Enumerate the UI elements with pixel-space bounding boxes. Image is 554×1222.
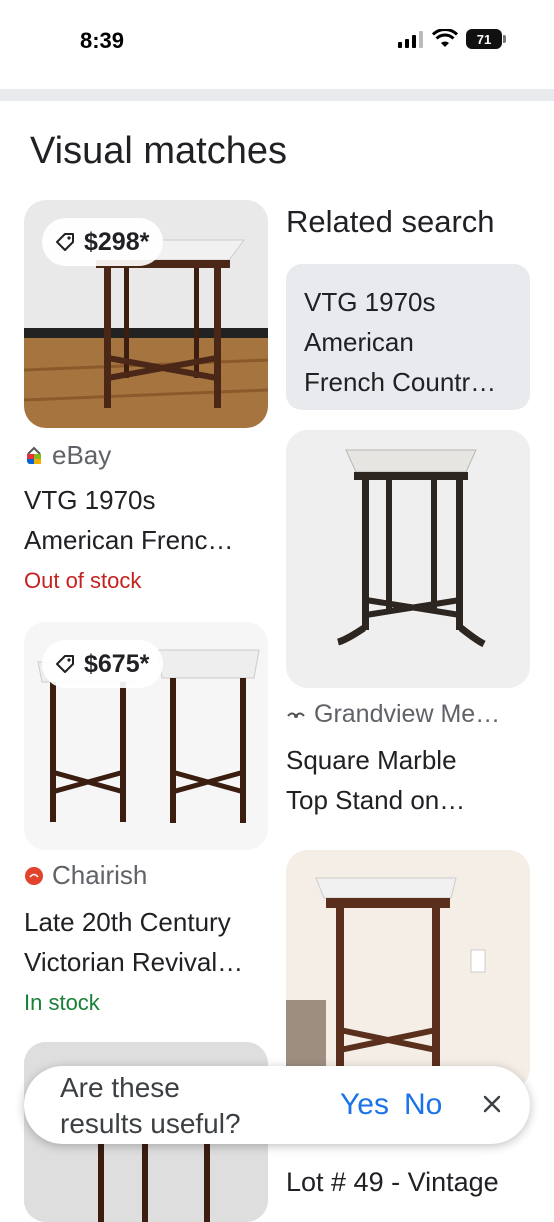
product-image-grandview[interactable] — [286, 430, 530, 688]
product-image-ebay[interactable]: $298* — [24, 200, 268, 428]
top-divider — [0, 89, 554, 101]
related-search-heading: Related search — [286, 204, 495, 239]
product-photo — [286, 430, 530, 688]
grandview-logo-icon — [287, 712, 305, 718]
yes-button[interactable]: Yes — [340, 1088, 389, 1122]
wifi-icon — [432, 29, 458, 47]
source-label: eBay — [52, 440, 112, 470]
status-time: 8:39 — [80, 28, 125, 53]
close-icon[interactable] — [480, 1092, 504, 1116]
status-icons: 71 — [398, 29, 506, 49]
feedback-prompt: Are these results useful? Yes No — [24, 1066, 530, 1144]
chairish-logo-icon — [25, 866, 43, 885]
tag-icon — [56, 233, 74, 251]
stock-status: In stock — [24, 990, 100, 1015]
ebay-logo-icon — [27, 446, 41, 464]
source-ebay[interactable]: eBay — [24, 440, 111, 471]
source-label: Grandview Me… — [314, 700, 501, 728]
product-title[interactable]: Late 20th Century Victorian Revival… — [24, 902, 284, 982]
product-image-lot49[interactable] — [286, 850, 530, 1090]
price-label: $298* — [84, 227, 150, 256]
section-title: Visual matches — [30, 130, 287, 172]
battery-icon: 71 — [466, 29, 506, 49]
product-title[interactable]: Square Marble Top Stand on… — [286, 740, 536, 820]
feedback-question: Are these results useful? — [60, 1072, 241, 1139]
related-query: VTG 1970s American French Countr… — [304, 287, 497, 397]
product-image-chairish[interactable]: $675* — [24, 622, 268, 850]
signal-icon — [398, 31, 423, 48]
product-title[interactable]: VTG 1970s American Frenc… — [24, 480, 274, 560]
price-label: $675* — [84, 649, 150, 678]
product-photo — [286, 850, 530, 1090]
no-button[interactable]: No — [404, 1088, 442, 1122]
source-chairish[interactable]: Chairish — [24, 860, 147, 891]
stock-status: Out of stock — [24, 568, 142, 593]
source-grandview[interactable]: Grandview Me… — [286, 700, 500, 729]
price-tag: $675* — [42, 640, 164, 688]
tag-icon — [56, 655, 74, 673]
price-tag: $298* — [42, 218, 164, 266]
product-title-partial[interactable]: Lot # 49 - Vintage — [286, 1162, 499, 1202]
status-bar: 8:39 71 — [0, 0, 554, 88]
source-label: Chairish — [52, 860, 148, 890]
related-search-chip[interactable]: VTG 1970s American French Countr… — [286, 264, 530, 410]
